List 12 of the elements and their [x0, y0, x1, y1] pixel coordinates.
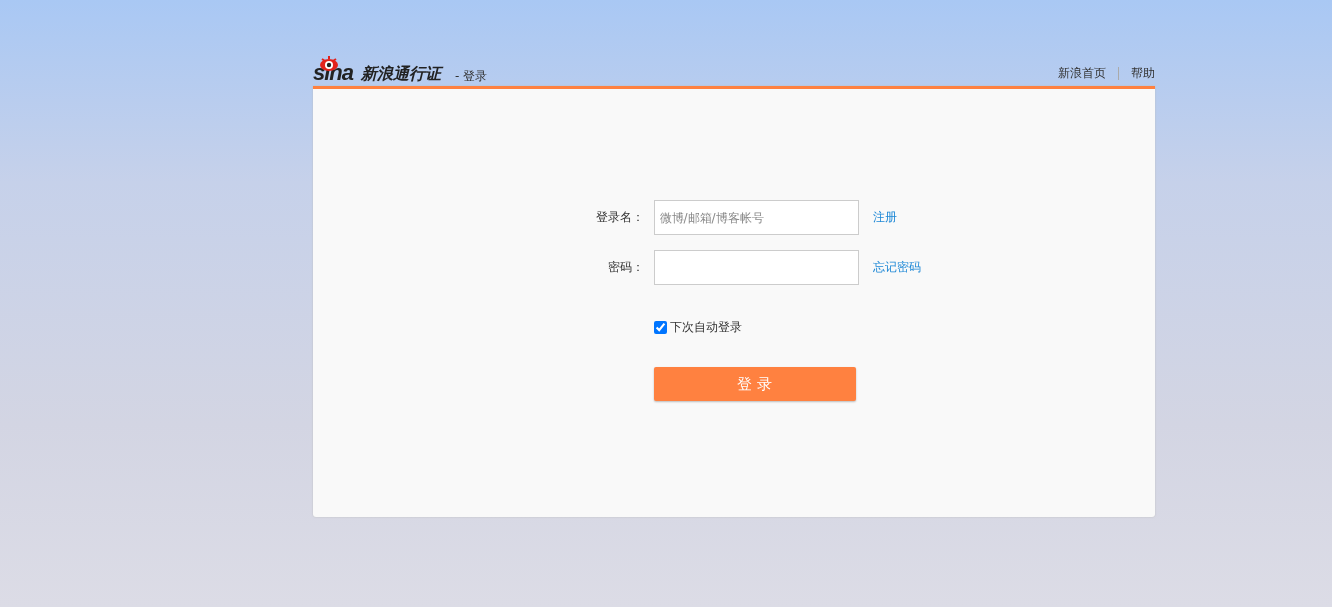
input-field[interactable]: 微博/邮箱/博客帐号	[653, 200, 859, 235]
field-link[interactable]: 忘记密码	[872, 259, 921, 276]
remember-checkbox[interactable]	[653, 321, 667, 334]
field-label: 密码：	[606, 259, 645, 276]
field-link[interactable]: 注册	[872, 209, 897, 226]
header-link[interactable]: 新浪首页	[1058, 65, 1106, 82]
input-field[interactable]	[653, 250, 859, 285]
field-label: 登录名：	[594, 209, 645, 226]
header-link[interactable]: 帮助	[1131, 65, 1155, 82]
page-title: - 登录	[455, 68, 488, 84]
remember-label: 下次自动登录	[669, 319, 742, 336]
logo-title: 新浪通行证	[361, 64, 442, 84]
